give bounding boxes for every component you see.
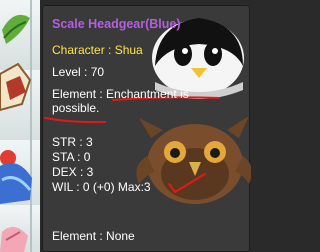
leaf-item-icon bbox=[2, 14, 30, 44]
cat-hat-item-icon bbox=[0, 62, 32, 112]
level-requirement: Level : 70 bbox=[52, 65, 105, 79]
stat-sta: STA : 0 bbox=[52, 150, 91, 164]
inventory-panel bbox=[0, 0, 40, 252]
pink-item-icon bbox=[0, 226, 28, 252]
stat-wil: WIL : 0 (+0) Max:3 bbox=[52, 180, 151, 194]
character-requirement: Character : Shua bbox=[52, 43, 143, 57]
element-value: Element : None bbox=[52, 229, 135, 243]
item-name: Scale Headgear(Blue) bbox=[52, 17, 181, 31]
stat-str: STR : 3 bbox=[52, 135, 93, 149]
element-enchant-text: Element : Enchantment is bbox=[52, 87, 189, 101]
stat-dex: DEX : 3 bbox=[52, 165, 94, 179]
item-tooltip: Scale Headgear(Blue) Character : Shua Le… bbox=[42, 5, 251, 252]
inventory-item-icons bbox=[0, 14, 32, 252]
owl-helmet-icon bbox=[136, 116, 251, 204]
element-enchant-text-continued: possible. bbox=[52, 101, 100, 115]
game-screen: Scale Headgear(Blue) Character : Shua Le… bbox=[0, 0, 257, 252]
blue-helmet-item-icon bbox=[0, 150, 32, 204]
